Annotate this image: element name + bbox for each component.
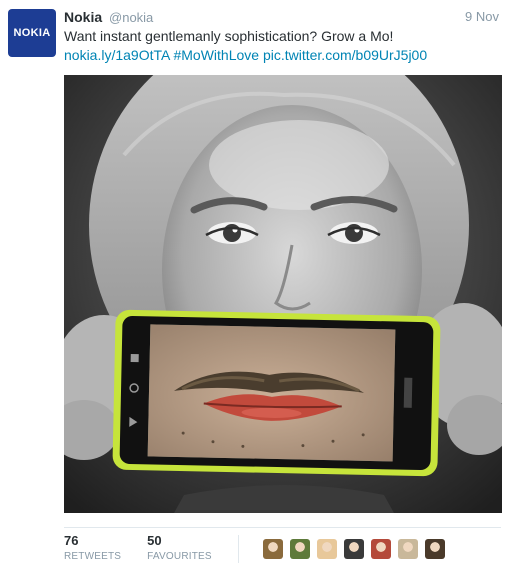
favouriter-avatar[interactable]	[397, 539, 418, 559]
favouriter-avatar[interactable]	[316, 539, 337, 559]
author-fullname[interactable]: Nokia	[64, 9, 102, 25]
favouriter-avatar[interactable]	[370, 539, 391, 559]
avatar[interactable]: NOKIA	[8, 9, 56, 57]
tweet-stats: 76 RETWEETS 50 FAVOURITES	[64, 533, 452, 567]
favouriters-avatars	[262, 539, 452, 559]
favourites-count: 50	[147, 533, 162, 548]
favouriter-avatar[interactable]	[343, 539, 364, 559]
tweet-text: Want instant gentlemanly sophistication?…	[64, 27, 456, 65]
favouriter-avatar[interactable]	[262, 539, 283, 559]
pic-link[interactable]: pic.twitter.com/b09UrJ5j00	[263, 47, 427, 63]
stats-divider-top	[64, 527, 501, 528]
tweet-text-main: Want instant gentlemanly sophistication?…	[64, 28, 394, 44]
retweets-stat[interactable]: 76 RETWEETS	[64, 533, 121, 564]
avatar-logo-text: NOKIA	[13, 27, 51, 39]
favouriter-avatar[interactable]	[289, 539, 310, 559]
tweet-header: Nokia @nokia 9 Nov	[64, 8, 501, 26]
stats-separator	[237, 535, 239, 563]
author-username[interactable]: @nokia	[109, 10, 153, 25]
tweet-timestamp[interactable]: 9 Nov	[465, 8, 499, 26]
short-link[interactable]: nokia.ly/1a9OtTA	[64, 47, 170, 63]
favouriter-avatar[interactable]	[424, 539, 445, 559]
favourites-stat[interactable]: 50 FAVOURITES	[147, 533, 212, 564]
hashtag-link[interactable]: #MoWithLove	[173, 47, 259, 63]
favourites-label: FAVOURITES	[147, 551, 212, 562]
retweets-label: RETWEETS	[64, 551, 122, 562]
tweet-media-photo[interactable]	[64, 75, 502, 513]
retweets-count: 76	[64, 533, 79, 548]
photo-illustration	[64, 75, 502, 513]
tweet-card: NOKIA Nokia @nokia 9 Nov Want instant ge…	[0, 0, 509, 572]
